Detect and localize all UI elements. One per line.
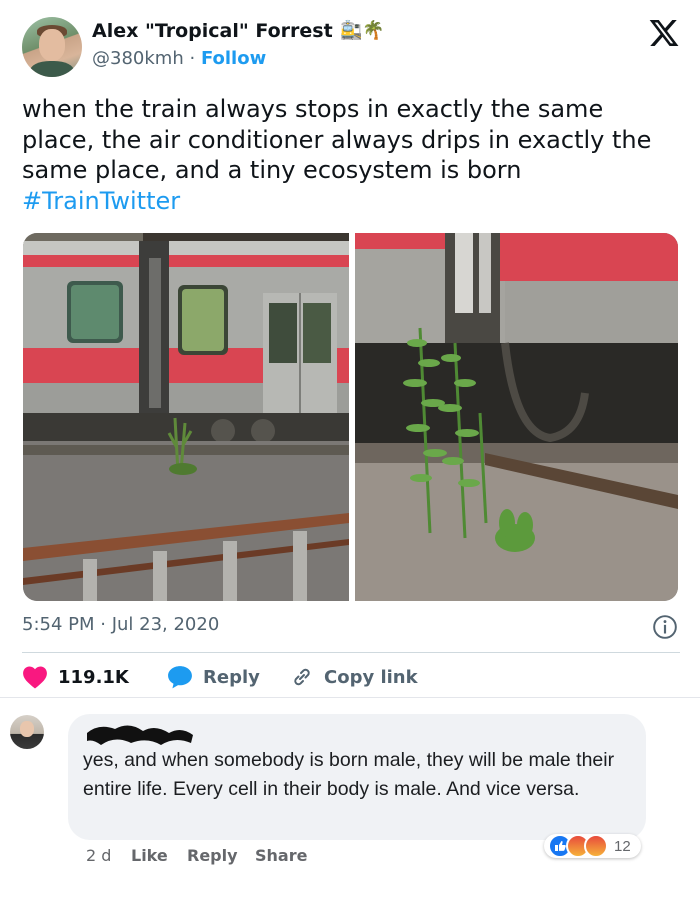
copy-link-label: Copy link <box>324 666 418 688</box>
hashtag-link[interactable]: #TrainTwitter <box>22 187 180 215</box>
comment-text: yes, and when somebody is born male, the… <box>83 749 615 800</box>
reply-bubble-icon <box>168 666 192 689</box>
comment-reply-button[interactable]: Reply <box>187 846 238 865</box>
handle-separator: · <box>189 48 196 69</box>
x-logo-icon[interactable] <box>648 17 680 49</box>
tweet-divider <box>22 652 680 653</box>
comment-reactions[interactable]: 12 <box>544 834 641 858</box>
author-name-emoji: 🚉🌴 <box>340 20 385 41</box>
author-name[interactable]: Alex "Tropical" Forrest <box>92 20 333 42</box>
handle-row: @380kmh · Follow <box>92 48 266 69</box>
redacted-commenter-name <box>87 725 193 745</box>
reply-button[interactable]: Reply <box>167 663 260 691</box>
tweet-photo-train-side[interactable] <box>23 233 349 601</box>
reply-label: Reply <box>203 666 260 688</box>
copy-link-button[interactable]: Copy link <box>290 663 418 691</box>
commenter-avatar[interactable] <box>10 715 44 749</box>
tweet-photo-plants-closeup[interactable] <box>355 233 678 601</box>
heart-icon <box>23 666 47 689</box>
comment-like-button[interactable]: Like <box>131 846 168 865</box>
reaction-count: 12 <box>614 837 631 855</box>
angry-reaction-icon <box>584 834 608 858</box>
link-icon <box>294 668 310 686</box>
like-count: 119.1K <box>58 666 129 688</box>
author-handle[interactable]: @380kmh <box>92 48 184 69</box>
comment-share-button[interactable]: Share <box>255 846 307 865</box>
info-icon[interactable] <box>652 614 678 640</box>
tweet-card: Alex "Tropical" Forrest 🚉🌴 @380kmh · Fol… <box>0 0 700 697</box>
author-avatar[interactable] <box>22 17 82 77</box>
like-button[interactable]: 119.1K <box>22 663 129 691</box>
comment-time[interactable]: 2 d <box>86 846 111 865</box>
tweet-timestamp[interactable]: 5:54 PM · Jul 23, 2020 <box>22 614 219 635</box>
tweet-text: when the train always stops in exactly t… <box>22 94 682 216</box>
follow-link[interactable]: Follow <box>201 48 266 69</box>
tweet-body: when the train always stops in exactly t… <box>22 95 652 184</box>
